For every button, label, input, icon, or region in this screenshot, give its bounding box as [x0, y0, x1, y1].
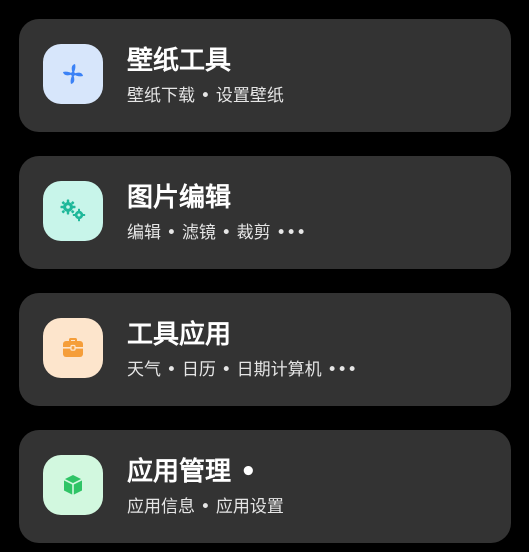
card-title: 应用管理 •: [127, 457, 257, 487]
card-app-management[interactable]: 应用管理 • 应用信息 • 应用设置: [19, 430, 511, 543]
card-image-editing[interactable]: 图片编辑 编辑 • 滤镜 • 裁剪 •••: [19, 156, 511, 269]
card-tool-apps[interactable]: 工具应用 天气 • 日历 • 日期计算机 •••: [19, 293, 511, 406]
pinwheel-icon: [43, 44, 103, 104]
card-subtitle: 天气 • 日历 • 日期计算机 •••: [127, 360, 358, 380]
card-title: 壁纸工具: [127, 46, 232, 76]
card-wallpaper-tools[interactable]: 壁纸工具 壁纸下载 • 设置壁纸: [19, 19, 511, 132]
card-title: 工具应用: [127, 320, 232, 350]
card-subtitle: 编辑 • 滤镜 • 裁剪 •••: [127, 223, 307, 243]
card-subtitle: 壁纸下载 • 设置壁纸: [127, 86, 284, 106]
gears-icon: [43, 181, 103, 241]
toolbox-icon: [43, 318, 103, 378]
cube-icon: [43, 455, 103, 515]
card-title: 图片编辑: [127, 183, 232, 213]
card-subtitle: 应用信息 • 应用设置: [127, 497, 284, 517]
